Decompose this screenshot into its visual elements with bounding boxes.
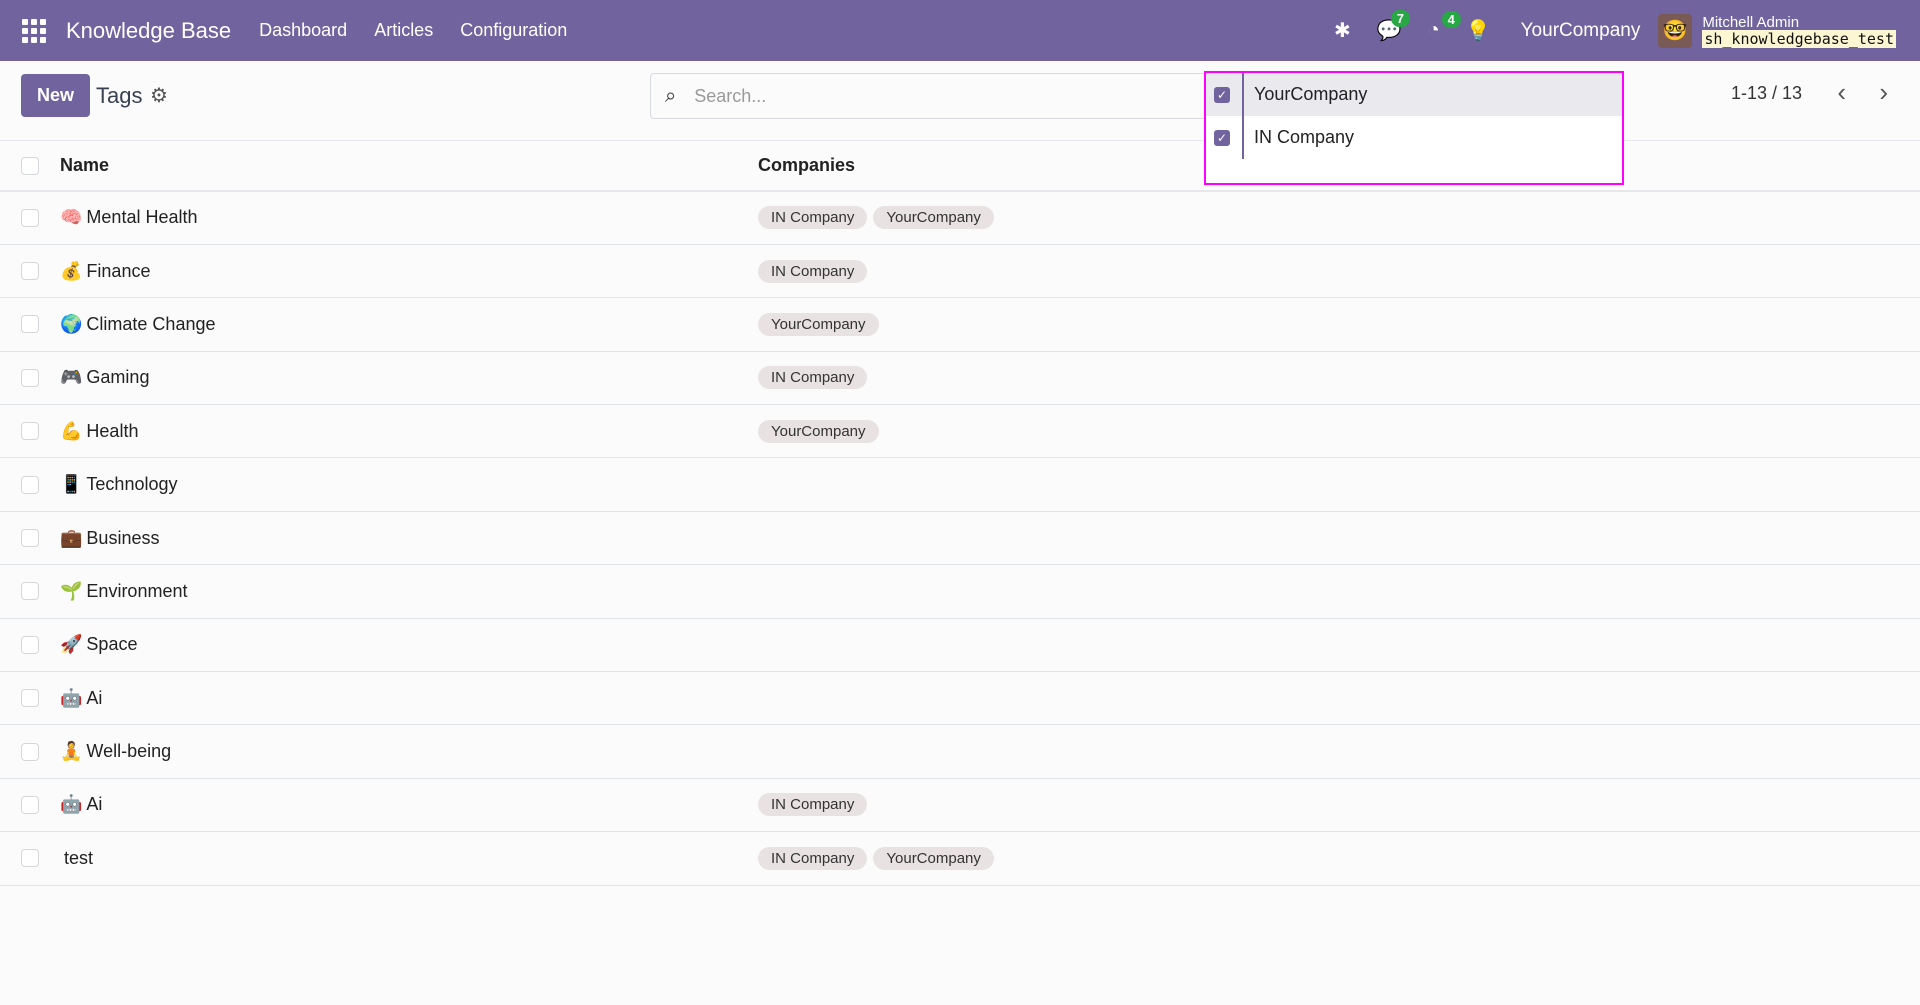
database-name: sh_knowledgebase_test [1702, 29, 1896, 48]
table-row[interactable]: 💼 Business [0, 511, 1920, 566]
row-checkbox[interactable] [21, 208, 39, 227]
tag-name: Space [86, 634, 138, 655]
tag-emoji-icon: 🤖 [60, 794, 83, 815]
tag-name: Climate Change [86, 313, 216, 334]
company-tag: IN Company [758, 259, 868, 283]
tag-emoji-icon: 🤖 [60, 687, 83, 708]
select-all-checkbox[interactable] [21, 156, 39, 175]
tag-emoji-icon: 💰 [60, 260, 83, 281]
top-navbar: Knowledge Base Dashboard Articles Config… [0, 0, 1920, 61]
tag-name: Ai [86, 687, 103, 708]
activities-clock-icon[interactable]: ◔ 4 [1428, 11, 1461, 42]
row-checkbox[interactable] [21, 368, 39, 387]
table-row[interactable]: 💪 Health YourCompany [0, 404, 1920, 459]
tag-name: Gaming [86, 367, 150, 388]
user-menu[interactable]: Mitchell Admin sh_knowledgebase_test [1702, 14, 1896, 48]
company-switcher[interactable]: YourCompany [1521, 20, 1641, 42]
company-tag: YourCompany [758, 419, 879, 443]
checkbox-checked-icon[interactable]: ✓ [1214, 129, 1230, 146]
tag-emoji-icon: 🌍 [60, 313, 83, 334]
column-header-name[interactable]: Name [60, 141, 758, 192]
tag-emoji-icon: 🧠 [60, 207, 83, 228]
row-checkbox[interactable] [21, 422, 39, 441]
company-tag: YourCompany [873, 206, 994, 230]
gear-icon[interactable]: ⚙ [150, 83, 168, 108]
company-option-in-company[interactable]: ✓ IN Company [1206, 116, 1622, 159]
row-checkbox[interactable] [21, 795, 39, 814]
checkbox-checked-icon[interactable]: ✓ [1214, 86, 1230, 103]
user-name: Mitchell Admin [1702, 13, 1800, 31]
row-checkbox[interactable] [21, 742, 39, 761]
lightbulb-icon[interactable]: 💡 [1466, 18, 1491, 43]
table-row[interactable]: 🧘 Well-being [0, 724, 1920, 779]
company-tag: YourCompany [758, 312, 879, 336]
option-label: YourCompany [1254, 84, 1368, 104]
tag-emoji-icon: 💼 [60, 527, 83, 548]
messages-icon[interactable]: 💬 7 [1377, 10, 1410, 43]
row-checkbox[interactable] [21, 582, 39, 601]
tag-emoji-icon: 🧘 [60, 741, 83, 762]
row-checkbox[interactable] [21, 529, 39, 548]
table-row[interactable]: test IN Company YourCompany [0, 831, 1920, 886]
table-row[interactable]: 📱 Technology [0, 457, 1920, 512]
tag-name: Health [86, 420, 139, 441]
tag-name: Mental Health [86, 207, 198, 228]
tag-name: Well-being [86, 741, 172, 762]
table-row[interactable]: 🤖 Ai [0, 671, 1920, 726]
app-brand[interactable]: Knowledge Base [66, 18, 231, 44]
new-button[interactable]: New [21, 74, 90, 117]
chevron-left-icon[interactable]: ‹ [1837, 77, 1846, 108]
row-checkbox[interactable] [21, 262, 39, 281]
menu-dashboard[interactable]: Dashboard [259, 20, 347, 41]
row-checkbox[interactable] [21, 475, 39, 494]
search-placeholder: Search... [694, 85, 767, 106]
chevron-right-icon[interactable]: › [1879, 77, 1888, 108]
activities-badge: 4 [1441, 11, 1461, 28]
tag-emoji-icon: 🎮 [60, 367, 83, 388]
menu-configuration[interactable]: Configuration [460, 20, 567, 41]
tag-name: Environment [86, 580, 188, 601]
page-title: Tags [96, 83, 143, 108]
menu-articles[interactable]: Articles [374, 20, 433, 41]
tag-emoji-icon: 🚀 [60, 634, 83, 655]
tag-name: Ai [86, 794, 103, 815]
tag-name: Technology [86, 474, 178, 495]
tag-name: test [64, 847, 94, 868]
company-option-yourcompany[interactable]: ✓ YourCompany [1206, 73, 1622, 116]
tag-name: Business [86, 527, 160, 548]
company-tag: IN Company [758, 206, 868, 230]
tag-emoji-icon: 🌱 [60, 580, 83, 601]
tag-name: Finance [86, 260, 151, 281]
row-checkbox[interactable] [21, 315, 39, 334]
debug-bug-icon[interactable]: ✱ [1334, 18, 1351, 43]
control-panel: New Tags ⚙ ⌕ Search... 1-13 / 13 ‹ › [0, 61, 1920, 141]
table-row[interactable]: 🎮 Gaming IN Company [0, 351, 1920, 406]
option-label: IN Company [1254, 127, 1355, 147]
messages-badge: 7 [1390, 10, 1410, 27]
row-checkbox[interactable] [21, 635, 39, 654]
company-tag: IN Company [758, 366, 868, 390]
company-dropdown: ✓ YourCompany ✓ IN Company [1204, 71, 1624, 185]
search-icon: ⌕ [665, 84, 677, 107]
search-input[interactable]: ⌕ Search... [650, 73, 1210, 119]
table-row[interactable]: 🚀 Space [0, 618, 1920, 673]
tag-emoji-icon: 📱 [60, 474, 83, 495]
company-tag: YourCompany [873, 846, 994, 870]
avatar[interactable]: 🤓 [1658, 13, 1693, 48]
row-checkbox[interactable] [21, 849, 39, 868]
table-row[interactable]: 💰 Finance IN Company [0, 244, 1920, 299]
company-tag: IN Company [758, 793, 868, 817]
tags-table: Name Companies 🧠 Mental Health IN Company… [0, 141, 1920, 886]
row-checkbox[interactable] [21, 689, 39, 708]
table-row[interactable]: 🤖 Ai IN Company [0, 778, 1920, 833]
pager-value[interactable]: 1-13 / 13 [1731, 83, 1802, 104]
table-row[interactable]: 🌍 Climate Change YourCompany [0, 297, 1920, 352]
app-menu-icon[interactable] [22, 18, 46, 43]
company-tag: IN Company [758, 846, 868, 870]
table-row[interactable]: 🌱 Environment [0, 564, 1920, 619]
table-row[interactable]: 🧠 Mental Health IN Company YourCompany [0, 191, 1920, 245]
tag-emoji-icon: 💪 [60, 420, 83, 441]
